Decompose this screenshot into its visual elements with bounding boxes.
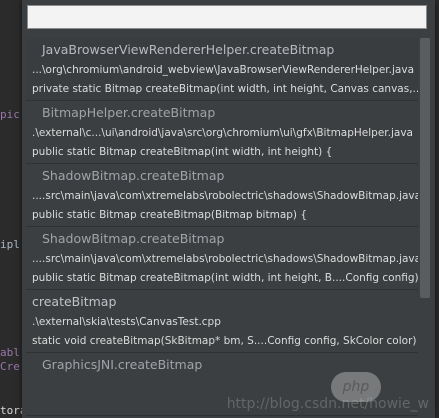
navigate-symbol-popup: JavaBrowserViewRendererHelper.createBitm… bbox=[22, 0, 435, 418]
scrollbar-thumb[interactable] bbox=[420, 38, 430, 298]
result-path: ....src\main\java\com\xtremelabs\robolec… bbox=[32, 253, 418, 265]
result-title: ShadowBitmap.createBitmap bbox=[42, 231, 225, 246]
result-item[interactable]: createBitmap .\external\skia\tests\Canva… bbox=[26, 290, 418, 353]
search-input[interactable] bbox=[27, 5, 427, 29]
result-title: ShadowBitmap.createBitmap bbox=[42, 168, 225, 183]
search-bar bbox=[22, 0, 435, 38]
result-path: ...\org\chromium\android_webview\JavaBro… bbox=[32, 64, 414, 76]
results-scrollbar[interactable] bbox=[419, 38, 431, 418]
result-path: .\external\c...\ui\android\java\src\org\… bbox=[32, 127, 413, 139]
result-signature: public static Bitmap createBitmap(int wi… bbox=[32, 272, 418, 284]
result-signature: public static Bitmap createBitmap(Bitmap… bbox=[32, 209, 308, 221]
code-fragment: ipl bbox=[0, 238, 20, 251]
code-fragment: abl bbox=[0, 346, 20, 359]
result-signature: private static Bitmap createBitmap(int w… bbox=[32, 83, 418, 95]
result-item[interactable]: JavaBrowserViewRendererHelper.createBitm… bbox=[26, 38, 418, 101]
result-title: JavaBrowserViewRendererHelper.createBitm… bbox=[42, 42, 335, 57]
php-watermark-badge: php bbox=[331, 372, 381, 402]
result-path: .\external\skia\tests\CanvasTest.cpp bbox=[32, 316, 221, 328]
results-list: JavaBrowserViewRendererHelper.createBitm… bbox=[26, 38, 418, 418]
result-title: BitmapHelper.createBitmap bbox=[42, 105, 216, 120]
code-fragment: pic bbox=[0, 108, 20, 121]
result-signature: public static Bitmap createBitmap(int wi… bbox=[32, 146, 333, 158]
result-item[interactable]: ShadowBitmap.createBitmap ....src\main\j… bbox=[26, 164, 418, 227]
result-signature: static void createBitmap(SkBitmap* bm, S… bbox=[32, 335, 418, 347]
code-fragment: Cre bbox=[0, 360, 20, 373]
result-item[interactable]: ShadowBitmap.createBitmap ....src\main\j… bbox=[26, 227, 418, 290]
result-item[interactable]: BitmapHelper.createBitmap .\external\c..… bbox=[26, 101, 418, 164]
result-path: ....src\main\java\com\xtremelabs\robolec… bbox=[32, 190, 418, 202]
result-title: createBitmap bbox=[32, 294, 117, 309]
